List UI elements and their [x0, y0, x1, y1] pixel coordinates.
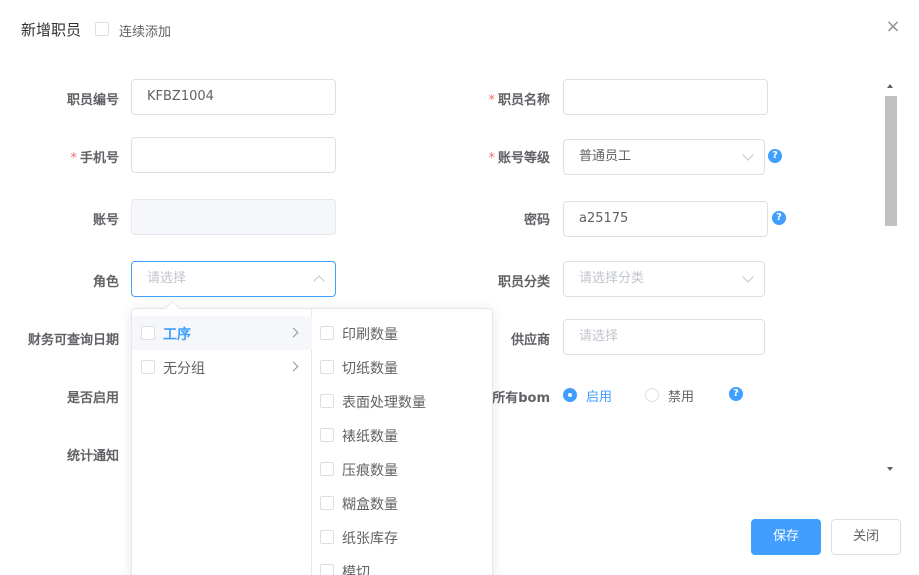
account-label: 账号 [92, 213, 119, 228]
cascader-option[interactable]: 纸张库存 [312, 520, 492, 554]
scrollbar-thumb[interactable] [885, 96, 897, 226]
staff-name-label: * 职员名称 [488, 93, 550, 108]
cascader-option[interactable]: 模切 [312, 554, 492, 575]
cascader-item-no-group[interactable]: 无分组 [132, 350, 312, 384]
chevron-up-icon [313, 275, 325, 287]
scroll-down-arrow[interactable] [887, 467, 893, 471]
add-staff-dialog: 新增职员 连续添加 × 职员编号 KFBZ1004 * 职员名称 * 手机号 * 账号… [0, 0, 919, 575]
chevron-down-icon [742, 271, 754, 283]
password-help-icon[interactable]: ? [772, 211, 786, 225]
finance-query-date-label: 财务可查询日期 [27, 333, 119, 348]
all-bom-disable-label[interactable]: 禁用 [668, 386, 694, 405]
close-button[interactable]: 关闭 [831, 519, 901, 555]
staff-category-select[interactable]: 请选择分类 [563, 261, 765, 297]
cascader-option[interactable]: 糊盒数量 [312, 486, 492, 520]
account-input[interactable] [131, 199, 336, 235]
checkbox[interactable] [320, 462, 334, 476]
cascader-option[interactable]: 印刷数量 [312, 316, 492, 350]
account-level-help-icon[interactable]: ? [768, 149, 782, 163]
checkbox[interactable] [320, 564, 334, 575]
chevron-right-icon [288, 327, 299, 338]
cascader-panel-options: 印刷数量 切纸数量 表面处理数量 裱纸数量 压痕数量 糊盒数量 纸张库存 模切 [312, 309, 492, 575]
close-icon[interactable]: × [884, 18, 902, 36]
role-cascader-input[interactable]: 请选择 [131, 261, 336, 297]
checkbox[interactable] [141, 360, 155, 374]
checkbox[interactable] [320, 394, 334, 408]
stat-notify-label: 统计通知 [66, 449, 119, 464]
chevron-down-icon [742, 149, 754, 161]
cascader-option[interactable]: 切纸数量 [312, 350, 492, 384]
dialog-header: 新增职员 连续添加 × [0, 0, 919, 58]
password-label: 密码 [523, 213, 550, 228]
continuous-add-checkbox[interactable] [95, 22, 109, 36]
role-cascader-dropdown: 工序 无分组 印刷数量 切纸数量 表面处理数量 裱纸数量 压痕数量 糊盒数量 纸… [131, 308, 493, 575]
staff-category-label: 职员分类 [497, 275, 550, 290]
cascader-option[interactable]: 裱纸数量 [312, 418, 492, 452]
all-bom-help-icon[interactable]: ? [729, 387, 743, 401]
supplier-select[interactable]: 请选择 [563, 319, 765, 355]
checkbox[interactable] [320, 496, 334, 510]
cascader-item-process[interactable]: 工序 [132, 316, 312, 350]
all-bom-enable-label[interactable]: 启用 [586, 386, 612, 405]
checkbox[interactable] [141, 326, 155, 340]
enabled-label: 是否启用 [66, 391, 119, 406]
dialog-title: 新增职员 [21, 21, 82, 39]
scroll-up-arrow[interactable] [887, 84, 893, 88]
role-label: 角色 [92, 275, 119, 290]
account-level-select[interactable]: 普通员工 [563, 139, 765, 175]
staff-name-input[interactable] [563, 79, 768, 115]
checkbox[interactable] [320, 530, 334, 544]
staff-no-input[interactable]: KFBZ1004 [131, 79, 336, 115]
save-button[interactable]: 保存 [751, 519, 821, 555]
phone-input[interactable] [131, 137, 336, 173]
cascader-option[interactable]: 表面处理数量 [312, 384, 492, 418]
checkbox[interactable] [320, 326, 334, 340]
checkbox[interactable] [320, 360, 334, 374]
all-bom-disable-radio[interactable] [645, 388, 659, 402]
chevron-right-icon [288, 361, 299, 372]
checkbox[interactable] [320, 428, 334, 442]
phone-label: * 手机号 [70, 151, 119, 166]
cascader-option[interactable]: 压痕数量 [312, 452, 492, 486]
cascader-panel-groups: 工序 无分组 [132, 309, 312, 575]
password-input[interactable]: a25175 [563, 201, 768, 237]
account-level-label: * 账号等级 [488, 151, 550, 166]
continuous-add-label[interactable]: 连续添加 [119, 21, 171, 40]
staff-no-label: 职员编号 [66, 93, 119, 108]
all-bom-enable-radio[interactable] [563, 388, 577, 402]
